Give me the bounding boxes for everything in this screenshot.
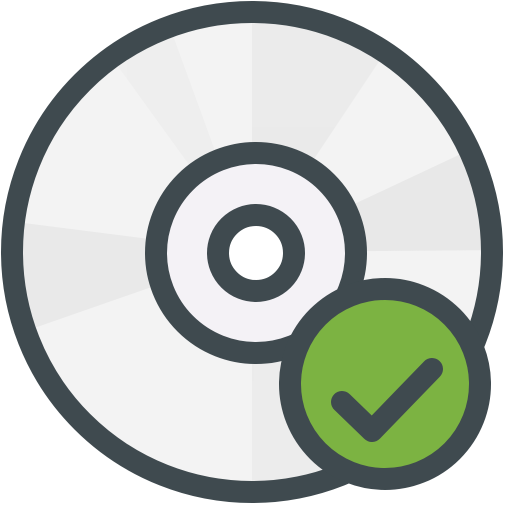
disc-check-icon: [1, 1, 503, 503]
disc-check-icon-canvas: [0, 0, 512, 512]
check-badge: [279, 278, 491, 490]
